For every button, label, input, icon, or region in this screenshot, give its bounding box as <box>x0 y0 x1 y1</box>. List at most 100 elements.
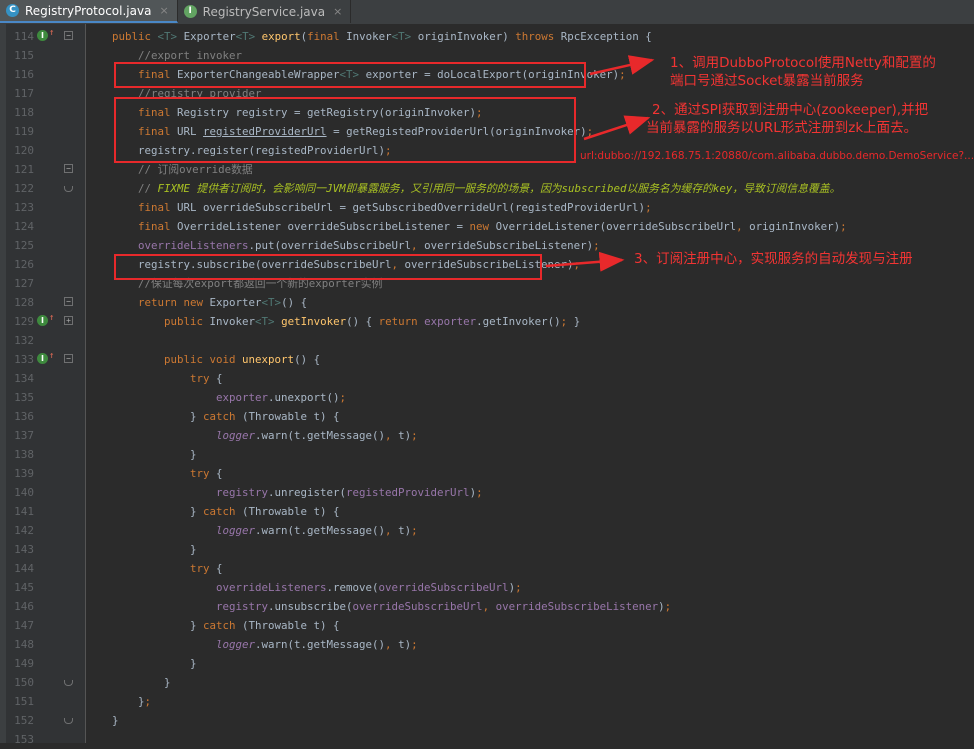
line-number: 141 <box>14 505 34 518</box>
line-number-gutter: 114 I ↑ −115 116 117 118 119 120 121−122 123 124 125… <box>6 24 86 746</box>
line-number: 146 <box>14 600 34 613</box>
gutter-row: 120 <box>6 141 86 160</box>
line-number: 121 <box>14 163 34 176</box>
annotation-note-1: 1、调用DubboProtocol使用Netty和配置的 端口号通过Socket… <box>670 54 936 90</box>
java-interface-icon: I <box>183 5 197 18</box>
code-line[interactable] <box>86 730 974 749</box>
highlight-box-subscribe <box>114 254 542 280</box>
code-line[interactable]: } <box>86 540 974 559</box>
highlight-box-export <box>114 62 586 88</box>
tab-registryservice-java[interactable]: I RegistryService.java × <box>178 0 352 23</box>
code-line[interactable]: }; <box>86 692 974 711</box>
gutter-row: 148 <box>6 635 86 654</box>
code-line[interactable]: public Invoker<T> getInvoker() { return … <box>86 312 974 331</box>
gutter-row: 138 <box>6 445 86 464</box>
gutter-row: 129 I ↑ + <box>6 312 86 331</box>
code-line[interactable]: logger.warn(t.getMessage(), t); <box>86 521 974 540</box>
code-line[interactable]: } catch (Throwable t) { <box>86 502 974 521</box>
collapse-fold-icon[interactable]: − <box>64 164 73 173</box>
gutter-row: 139 <box>6 464 86 483</box>
line-number: 122 <box>14 182 34 195</box>
code-line[interactable]: try { <box>86 559 974 578</box>
annotation-note-2: 2、通过SPI获取到注册中心(zookeeper),并把 当前暴露的服务以URL… <box>646 101 928 137</box>
gutter-row: 137 <box>6 426 86 445</box>
collapse-fold-icon[interactable]: − <box>64 297 73 306</box>
annotation-note-3: 3、订阅注册中心，实现服务的自动发现与注册 <box>634 251 913 267</box>
code-line[interactable]: registry.unsubscribe(overrideSubscribeUr… <box>86 597 974 616</box>
gutter-row: 126 <box>6 255 86 274</box>
gutter-row: 114 I ↑ − <box>6 27 86 46</box>
code-line[interactable]: // FIXME 提供者订阅时，会影响同一JVM即暴露服务，又引用同一服务的的场… <box>86 179 974 198</box>
code-line[interactable]: registry.unregister(registedProviderUrl)… <box>86 483 974 502</box>
code-line[interactable]: public <T> Exporter<T> export(final Invo… <box>86 27 974 46</box>
annotation-note-2-line-2: 当前暴露的服务以URL形式注册到zk上面去。 <box>646 120 918 136</box>
override-arrow-icon: ↑ <box>49 313 55 323</box>
line-number: 151 <box>14 695 34 708</box>
gutter-row: 125 <box>6 236 86 255</box>
gutter-row: 134 <box>6 369 86 388</box>
code-line[interactable]: } <box>86 711 974 730</box>
close-icon[interactable]: × <box>159 4 168 17</box>
code-line[interactable]: try { <box>86 464 974 483</box>
gutter-row: 117 <box>6 84 86 103</box>
gutter-row: 115 <box>6 46 86 65</box>
code-line[interactable] <box>86 331 974 350</box>
gutter-row: 136 <box>6 407 86 426</box>
highlight-box-register <box>114 97 576 163</box>
code-line[interactable]: public void unexport() { <box>86 350 974 369</box>
line-number: 153 <box>14 733 34 746</box>
gutter-row: 151 <box>6 692 86 711</box>
gutter-row: 152 <box>6 711 86 730</box>
line-number: 138 <box>14 448 34 461</box>
implements-method-icon[interactable]: I <box>37 315 48 326</box>
code-line[interactable]: logger.warn(t.getMessage(), t); <box>86 635 974 654</box>
gutter-row: 147 <box>6 616 86 635</box>
code-line[interactable]: } <box>86 445 974 464</box>
gutter-row: 141 <box>6 502 86 521</box>
code-line[interactable]: } <box>86 654 974 673</box>
override-arrow-icon: ↑ <box>49 351 55 361</box>
collapse-fold-icon[interactable] <box>64 186 73 192</box>
gutter-row: 140 <box>6 483 86 502</box>
close-icon[interactable]: × <box>333 5 342 18</box>
tab-label: RegistryProtocol.java <box>25 3 152 18</box>
code-line[interactable]: final OverrideListener overrideSubscribe… <box>86 217 974 236</box>
gutter-row: 142 <box>6 521 86 540</box>
override-arrow-icon: ↑ <box>49 28 55 38</box>
collapse-fold-icon[interactable] <box>64 680 73 686</box>
implements-method-icon[interactable]: I <box>37 30 48 41</box>
code-line[interactable]: exporter.unexport(); <box>86 388 974 407</box>
gutter-row: 149 <box>6 654 86 673</box>
code-line[interactable]: overrideListeners.remove(overrideSubscri… <box>86 578 974 597</box>
line-number: 135 <box>14 391 34 404</box>
code-line[interactable]: final URL overrideSubscribeUrl = getSubs… <box>86 198 974 217</box>
code-line[interactable]: try { <box>86 369 974 388</box>
line-number: 143 <box>14 543 34 556</box>
code-line[interactable]: } catch (Throwable t) { <box>86 616 974 635</box>
line-number: 114 <box>14 30 34 43</box>
gutter-row: 143 <box>6 540 86 559</box>
code-line[interactable]: return new Exporter<T>() { <box>86 293 974 312</box>
gutter-row: 121 − <box>6 160 86 179</box>
line-number: 117 <box>14 87 34 100</box>
line-number: 139 <box>14 467 34 480</box>
code-line[interactable]: logger.warn(t.getMessage(), t); <box>86 426 974 445</box>
implements-method-icon[interactable]: I <box>37 353 48 364</box>
annotation-note-1-line-1: 1、调用DubboProtocol使用Netty和配置的 <box>670 55 936 71</box>
line-number: 120 <box>14 144 34 157</box>
expand-fold-icon[interactable]: + <box>64 316 73 325</box>
editor-tab-bar: C RegistryProtocol.java × I RegistryService.… <box>0 0 974 25</box>
gutter-row: 116 <box>6 65 86 84</box>
gutter-row: 135 <box>6 388 86 407</box>
line-number: 134 <box>14 372 34 385</box>
line-number: 140 <box>14 486 34 499</box>
gutter-row: 127 <box>6 274 86 293</box>
collapse-fold-icon[interactable]: − <box>64 354 73 363</box>
collapse-fold-icon[interactable] <box>64 718 73 724</box>
code-line[interactable]: } catch (Throwable t) { <box>86 407 974 426</box>
tab-registryprotocol-java[interactable]: C RegistryProtocol.java × <box>0 0 178 23</box>
collapse-fold-icon[interactable]: − <box>64 31 73 40</box>
line-number: 115 <box>14 49 34 62</box>
gutter-row: 123 <box>6 198 86 217</box>
code-line[interactable]: } <box>86 673 974 692</box>
